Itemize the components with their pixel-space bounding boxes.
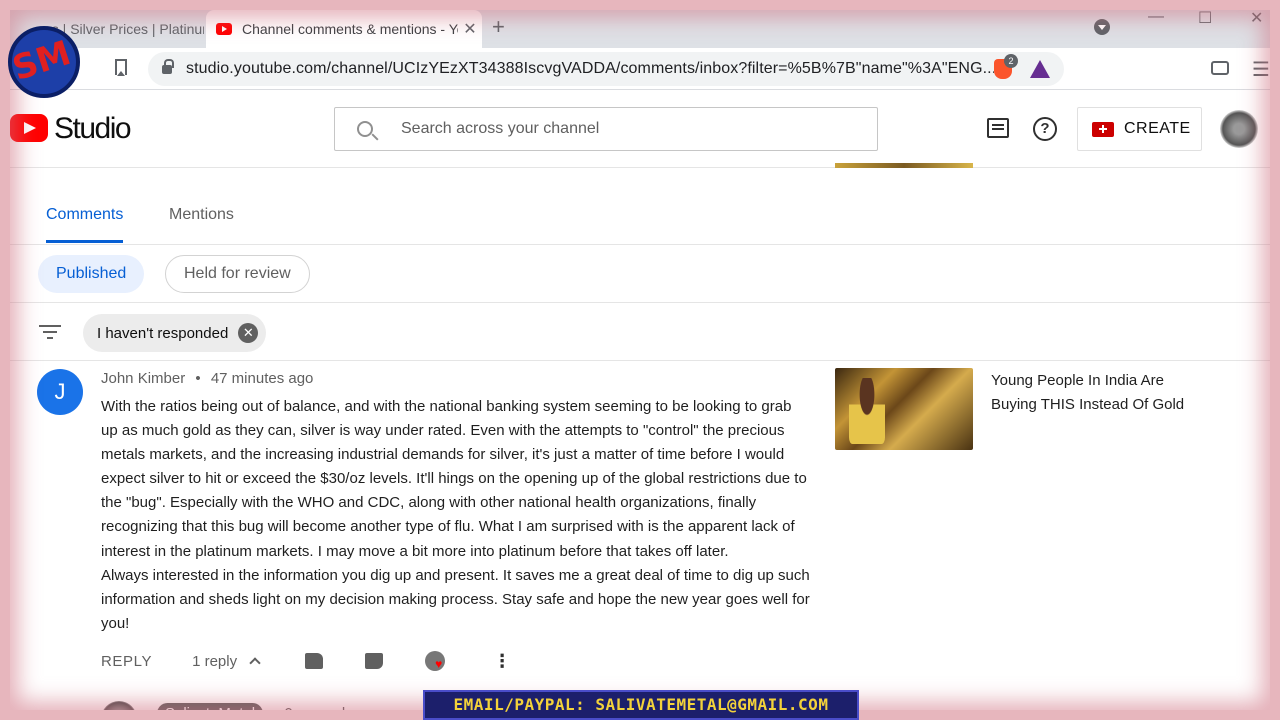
comment-thread: J John Kimber • 47 minutes ago With the … <box>10 361 1270 720</box>
comment-author[interactable]: John Kimber <box>101 370 185 387</box>
create-camera-icon <box>1092 121 1114 137</box>
comment-text: With the ratios being out of balance, an… <box>101 398 810 632</box>
studio-header: Studio ? CREATE <box>0 90 1280 168</box>
search-input[interactable] <box>401 120 841 138</box>
new-tab-button[interactable]: + <box>492 14 505 40</box>
channel-search-box[interactable] <box>334 107 878 151</box>
thumbnail-figure <box>849 378 885 444</box>
wallet-icon[interactable] <box>1211 61 1229 75</box>
meta-separator: • <box>195 370 201 387</box>
search-icon <box>357 121 373 137</box>
minimize-button[interactable]: — <box>1148 8 1164 26</box>
like-icon[interactable] <box>305 653 324 669</box>
tab-search-dropdown-icon[interactable] <box>1094 19 1110 35</box>
create-button[interactable]: CREATE <box>1077 107 1202 151</box>
reply-avatar[interactable] <box>101 701 137 720</box>
dislike-icon[interactable] <box>365 653 384 669</box>
tab-comments[interactable]: Comments <box>46 206 123 224</box>
youtube-favicon-icon <box>216 23 232 35</box>
view-replies-button[interactable]: 1 reply <box>192 653 237 670</box>
maximize-button[interactable]: ☐ <box>1198 8 1212 28</box>
commenter-avatar[interactable]: J <box>37 369 83 415</box>
browser-tab-active[interactable]: Channel comments & mentions - YouTube St… <box>206 10 482 48</box>
comment-meta: John Kimber • 47 minutes ago <box>101 370 313 387</box>
reply-time[interactable]: • 0 seconds ago <box>273 705 382 720</box>
reply-button[interactable]: REPLY <box>101 653 152 670</box>
remove-filter-icon[interactable]: ✕ <box>238 323 259 343</box>
tab-title: Channel comments & mentions - YouTube St… <box>242 21 458 37</box>
tab-mentions[interactable]: Mentions <box>169 206 234 224</box>
bookmark-icon[interactable] <box>115 59 127 76</box>
brave-rewards-icon[interactable] <box>1030 60 1050 78</box>
browser-tab-bar: es | Silver Prices | Platinum Channel co… <box>0 0 1280 52</box>
comment-time[interactable]: 47 minutes ago <box>211 370 314 387</box>
reply-separator: • <box>273 704 279 720</box>
filter-row: I haven't responded ✕ <box>10 303 1270 361</box>
brave-badge-count: 2 <box>1004 54 1018 68</box>
brave-shields-icon[interactable]: 2 <box>994 54 1018 79</box>
browser-toolbar: studio.youtube.com/channel/UCIzYEzXT3438… <box>0 48 1280 90</box>
account-avatar[interactable] <box>1220 110 1258 148</box>
chip-held-for-review[interactable]: Held for review <box>165 255 310 293</box>
status-chips-row: Published Held for review <box>10 245 1270 303</box>
comment-actions: REPLY 1 reply ⋮ <box>101 650 511 672</box>
url-text[interactable]: studio.youtube.com/channel/UCIzYEzXT3438… <box>186 60 994 78</box>
email-paypal-banner: EMAIL/PAYPAL: SALIVATEMETAL@GMAIL.COM <box>423 690 859 720</box>
lock-icon[interactable] <box>162 58 174 74</box>
video-thumbnail[interactable] <box>835 368 973 450</box>
studio-logo-text[interactable]: Studio <box>54 112 132 146</box>
feedback-icon[interactable] <box>987 118 1009 138</box>
chevron-up-icon[interactable] <box>249 657 261 669</box>
more-vert-icon[interactable]: ⋮ <box>493 651 511 672</box>
help-icon[interactable]: ? <box>1033 117 1057 141</box>
video-title[interactable]: Young People In India Are Buying THIS In… <box>991 369 1191 417</box>
address-bar[interactable]: studio.youtube.com/channel/UCIzYEzXT3438… <box>148 52 1064 86</box>
filter-icon[interactable] <box>39 325 61 339</box>
page-scrollbar[interactable] <box>1270 256 1278 314</box>
close-window-button[interactable]: ✕ <box>1250 8 1263 28</box>
filter-chip-not-responded[interactable]: I haven't responded ✕ <box>83 314 267 352</box>
heart-icon[interactable] <box>425 651 446 671</box>
comments-tabs-row: Comments Mentions <box>10 168 1270 245</box>
filter-chip-label: I haven't responded <box>97 324 229 342</box>
youtube-logo-icon[interactable] <box>10 114 48 142</box>
reply-item: SalivateMetal • 0 seconds ago <box>101 689 382 720</box>
menu-icon[interactable]: ☰ <box>1252 57 1270 82</box>
channel-logo-overlay: SM <box>8 26 80 98</box>
create-label: CREATE <box>1124 120 1191 137</box>
active-tab-underline <box>46 240 123 243</box>
reply-author-badge[interactable]: SalivateMetal <box>157 702 264 720</box>
reply-time-text: 0 seconds ago <box>284 704 382 720</box>
close-tab-icon[interactable]: ✕ <box>458 19 482 39</box>
chip-published[interactable]: Published <box>38 255 145 293</box>
